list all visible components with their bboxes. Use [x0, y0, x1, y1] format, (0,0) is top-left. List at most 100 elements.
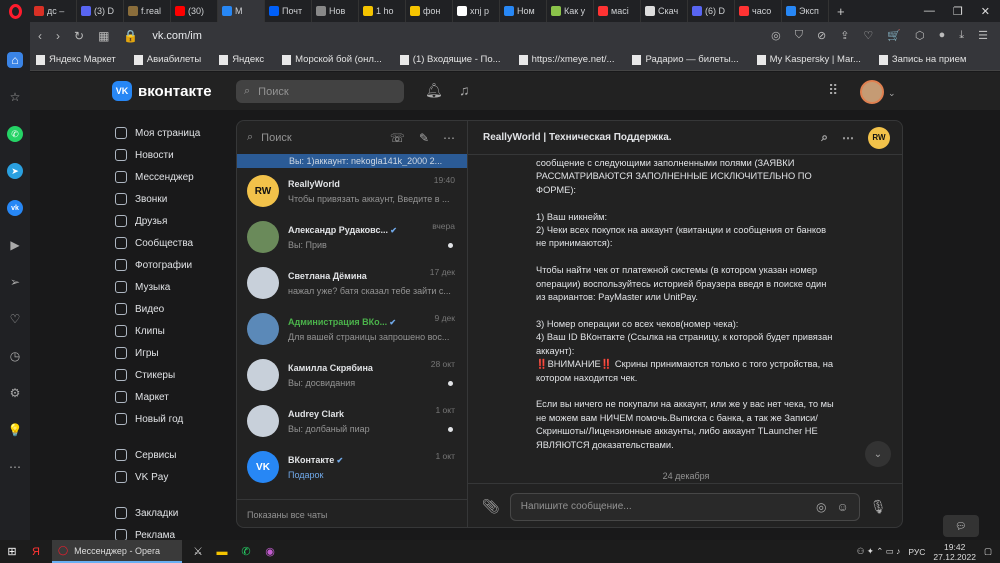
browser-tab[interactable]: масі [594, 0, 641, 22]
browser-tab[interactable]: (6) D [688, 0, 735, 22]
cube-icon[interactable]: ⬡ [915, 29, 925, 42]
menu-item[interactable]: Видео [115, 298, 235, 320]
conversation-active[interactable]: Вы: 1)аккаунт: nekogla141k_2000 2... [237, 154, 467, 168]
cart-icon[interactable]: 🛒 [887, 29, 901, 42]
chat-avatar[interactable]: RW [868, 126, 890, 149]
menu-item[interactable]: Музыка [115, 276, 235, 298]
menu-item[interactable]: Моя страница [115, 122, 235, 144]
heart-icon[interactable]: ♡ [7, 311, 23, 327]
bell-icon[interactable]: 🔔︎ [425, 82, 443, 99]
floating-chat-icon[interactable]: 💬︎ [943, 515, 979, 537]
camera-icon[interactable]: ◎ [771, 29, 781, 42]
browser-tab[interactable]: Почт [265, 0, 312, 22]
menu-item[interactable]: Мессенджер [115, 166, 235, 188]
search-icon[interactable]: ⌕ [821, 130, 828, 145]
history-icon[interactable]: ◷ [7, 348, 23, 364]
message-input[interactable]: Напишите сообщение... ◎ ☺ [509, 492, 860, 521]
vk-search-input[interactable]: ⌕ Поиск [236, 80, 404, 103]
yandex-icon[interactable]: Я [28, 544, 44, 560]
new-call-icon[interactable]: ☏ [390, 131, 405, 145]
back-icon[interactable]: ‹ [38, 29, 42, 43]
bookmark-item[interactable]: My Kaspersky | Маr... [756, 54, 861, 65]
attach-icon[interactable]: 📎︎ [482, 498, 500, 515]
chat-title[interactable]: ReallyWorld | Техническая Поддержка. [483, 132, 672, 143]
browser-tab[interactable]: Скач [641, 0, 688, 22]
minimize-icon[interactable]: — [924, 5, 935, 18]
download-icon[interactable]: ⤓ [959, 29, 964, 42]
compose-icon[interactable]: ✎ [419, 131, 429, 145]
whatsapp-icon[interactable]: ✆ [238, 544, 254, 560]
reload-icon[interactable]: ↻ [74, 29, 84, 43]
menu-item[interactable]: Клипы [115, 320, 235, 342]
home-icon[interactable]: ⌂ [7, 52, 23, 68]
bookmark-item[interactable]: Радарио — билеты... [632, 54, 739, 65]
browser-tab[interactable]: (30) [171, 0, 218, 22]
more-icon[interactable]: ⋯ [7, 459, 23, 475]
app-icon[interactable]: ◉ [262, 544, 278, 560]
lightbulb-icon[interactable]: 💡 [7, 422, 23, 438]
microphone-icon[interactable]: 🎙︎ [870, 499, 887, 515]
browser-tab[interactable]: 1 ho [359, 0, 406, 22]
vk-icon[interactable]: vk [7, 200, 23, 216]
more-icon[interactable]: ⋯ [842, 131, 854, 145]
send-icon[interactable]: ➢ [7, 274, 23, 290]
folder-icon[interactable]: ▬ [214, 544, 230, 560]
chat-search-input[interactable]: Поиск [261, 132, 291, 144]
profile-icon[interactable]: ● [939, 29, 946, 42]
bookmark-item[interactable]: Яндекс [219, 54, 264, 65]
menu-item[interactable]: Стикеры [115, 364, 235, 386]
tray-icons[interactable]: ⚇ ✦ ⌃ ▭ ♪ [857, 546, 901, 557]
url-field[interactable]: vk.com/im [152, 30, 202, 42]
close-icon[interactable]: ✕ [981, 5, 990, 18]
bookmark-item[interactable]: Яндекс Маркет [36, 54, 116, 65]
menu-item[interactable]: Друзья [115, 210, 235, 232]
emoji-icon[interactable]: ☺ [837, 500, 849, 514]
clock[interactable]: 19:42 27.12.2022 [933, 542, 976, 562]
browser-tab[interactable]: Нов [312, 0, 359, 22]
shield-icon[interactable]: ⛉ [795, 29, 803, 42]
browser-tab[interactable]: Эксп [782, 0, 829, 22]
browser-tab[interactable]: f.real [124, 0, 171, 22]
camera-icon[interactable]: ◎ [816, 500, 826, 514]
conversation-item[interactable]: Audrey Clark Вы: долбаный пиар 1 окт [237, 398, 467, 444]
telegram-icon[interactable]: ➤ [7, 163, 23, 179]
menu-item[interactable]: Игры [115, 342, 235, 364]
windows-start-icon[interactable]: ⊞ [4, 544, 20, 560]
menu-item[interactable]: Маркет [115, 386, 235, 408]
player-icon[interactable]: ▶ [7, 237, 23, 253]
tabs-grid-icon[interactable]: ▦ [98, 29, 109, 43]
conversation-item[interactable]: Администрация ВКо... ✔ Для вашей страницы… [237, 306, 467, 352]
share-icon[interactable]: ⇪ [840, 29, 849, 42]
browser-tab[interactable]: дс – [30, 0, 77, 22]
star-icon[interactable]: ☆ [7, 89, 23, 105]
whatsapp-icon[interactable]: ✆ [7, 126, 23, 142]
menu-item[interactable]: Фотографии [115, 254, 235, 276]
menu-item[interactable]: Новости [115, 144, 235, 166]
conversation-item[interactable]: VK ВКонтакте ✔ Подарок 1 окт [237, 444, 467, 490]
conversation-item[interactable]: Камилла Скрябина Вы: досвидания 28 окт [237, 352, 467, 398]
new-tab-button[interactable]: + [829, 4, 853, 19]
menu-icon[interactable]: ☰ [978, 29, 988, 42]
chevron-down-icon[interactable]: ⌄ [888, 88, 896, 99]
browser-tab[interactable]: xnj p [453, 0, 500, 22]
conversation-item[interactable]: Александр Рудаковс... ✔ Вы: Прив вчера [237, 214, 467, 260]
menu-item[interactable]: VK Pay [115, 466, 235, 488]
maximize-icon[interactable]: ❐ [953, 5, 963, 18]
more-icon[interactable]: ⋯ [443, 131, 455, 145]
bookmark-item[interactable]: Авиабилеты [133, 54, 201, 65]
block-icon[interactable]: ⊘ [817, 29, 826, 42]
browser-tab[interactable]: часо [735, 0, 782, 22]
taskbar-opera-app[interactable]: ◯ Мессенджер - Opera [52, 540, 182, 563]
forward-icon[interactable]: › [56, 29, 60, 43]
user-avatar[interactable] [860, 80, 884, 104]
bookmark-item[interactable]: Морской бой (онл... [282, 54, 382, 65]
conversation-item[interactable]: RW ReallyWorld Чтобы привязать аккаунт, Вв… [237, 168, 467, 214]
app-icon[interactable]: ⚔ [190, 544, 206, 560]
vk-logo[interactable]: VK вконтакте [112, 81, 212, 101]
opera-logo-icon[interactable] [0, 0, 30, 22]
browser-tab[interactable]: (3) D [77, 0, 124, 22]
menu-item[interactable]: Новый год [115, 408, 235, 430]
language-indicator[interactable]: РУС [908, 547, 925, 557]
scroll-down-icon[interactable]: ⌄ [865, 441, 891, 467]
music-icon[interactable]: ♫ [459, 82, 470, 98]
